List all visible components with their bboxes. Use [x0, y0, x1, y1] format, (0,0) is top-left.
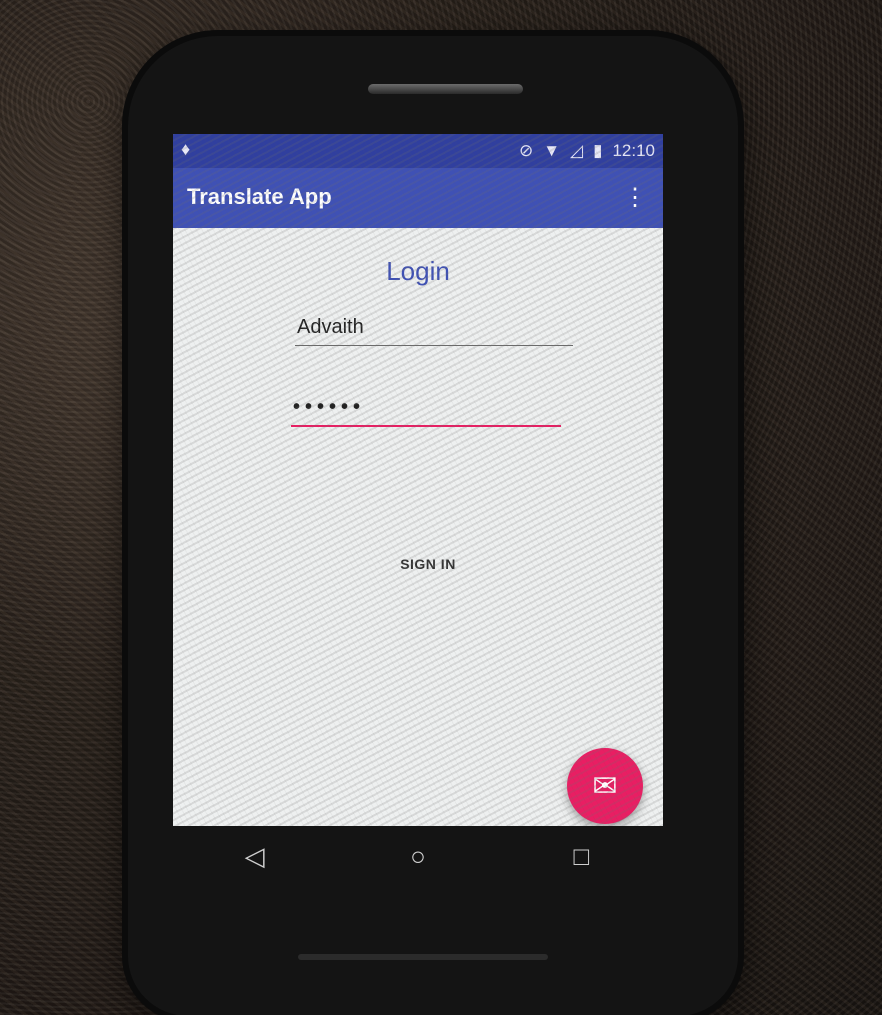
notification-icon: ♦: [181, 139, 191, 159]
username-input[interactable]: [295, 310, 575, 345]
recents-icon[interactable]: □: [551, 836, 611, 876]
password-field-wrapper: [291, 390, 563, 427]
password-input[interactable]: [291, 390, 563, 425]
password-underline: [291, 425, 561, 427]
earpiece-speaker: [368, 84, 523, 94]
screen-moire-overlay: [173, 134, 663, 826]
home-icon[interactable]: ○: [388, 836, 448, 876]
battery-icon: ▮: [593, 141, 603, 160]
email-fab-button[interactable]: ✉: [567, 748, 643, 824]
app-title: Translate App: [187, 184, 332, 209]
username-underline: [295, 345, 573, 346]
email-icon: ✉: [592, 769, 618, 803]
phone-screen: ♦ ⊘ ▼ ◿ ▮ 12:10 Translate App ⋮ Login SI…: [173, 134, 663, 826]
back-icon[interactable]: ◁: [225, 836, 285, 876]
status-bar: ♦ ⊘ ▼ ◿ ▮ 12:10: [173, 134, 663, 168]
do-not-disturb-icon: ⊘: [518, 141, 534, 160]
bottom-grille: [298, 954, 548, 960]
wifi-icon: ▼: [543, 141, 561, 160]
phone-device: ♦ ⊘ ▼ ◿ ▮ 12:10 Translate App ⋮ Login SI…: [128, 36, 738, 1015]
navigation-bar: ◁ ○ □: [173, 826, 663, 886]
login-title: Login: [386, 256, 450, 286]
app-bar: Translate App ⋮: [173, 168, 663, 228]
status-time: 12:10: [612, 141, 655, 160]
overflow-menu-icon[interactable]: ⋮: [623, 186, 647, 210]
signal-icon: ◿: [570, 141, 584, 160]
sign-in-button[interactable]: SIGN IN: [373, 546, 483, 582]
status-icons: ⊘ ▼ ◿ ▮ 12:10: [519, 141, 655, 161]
username-field-wrapper: [295, 310, 575, 346]
